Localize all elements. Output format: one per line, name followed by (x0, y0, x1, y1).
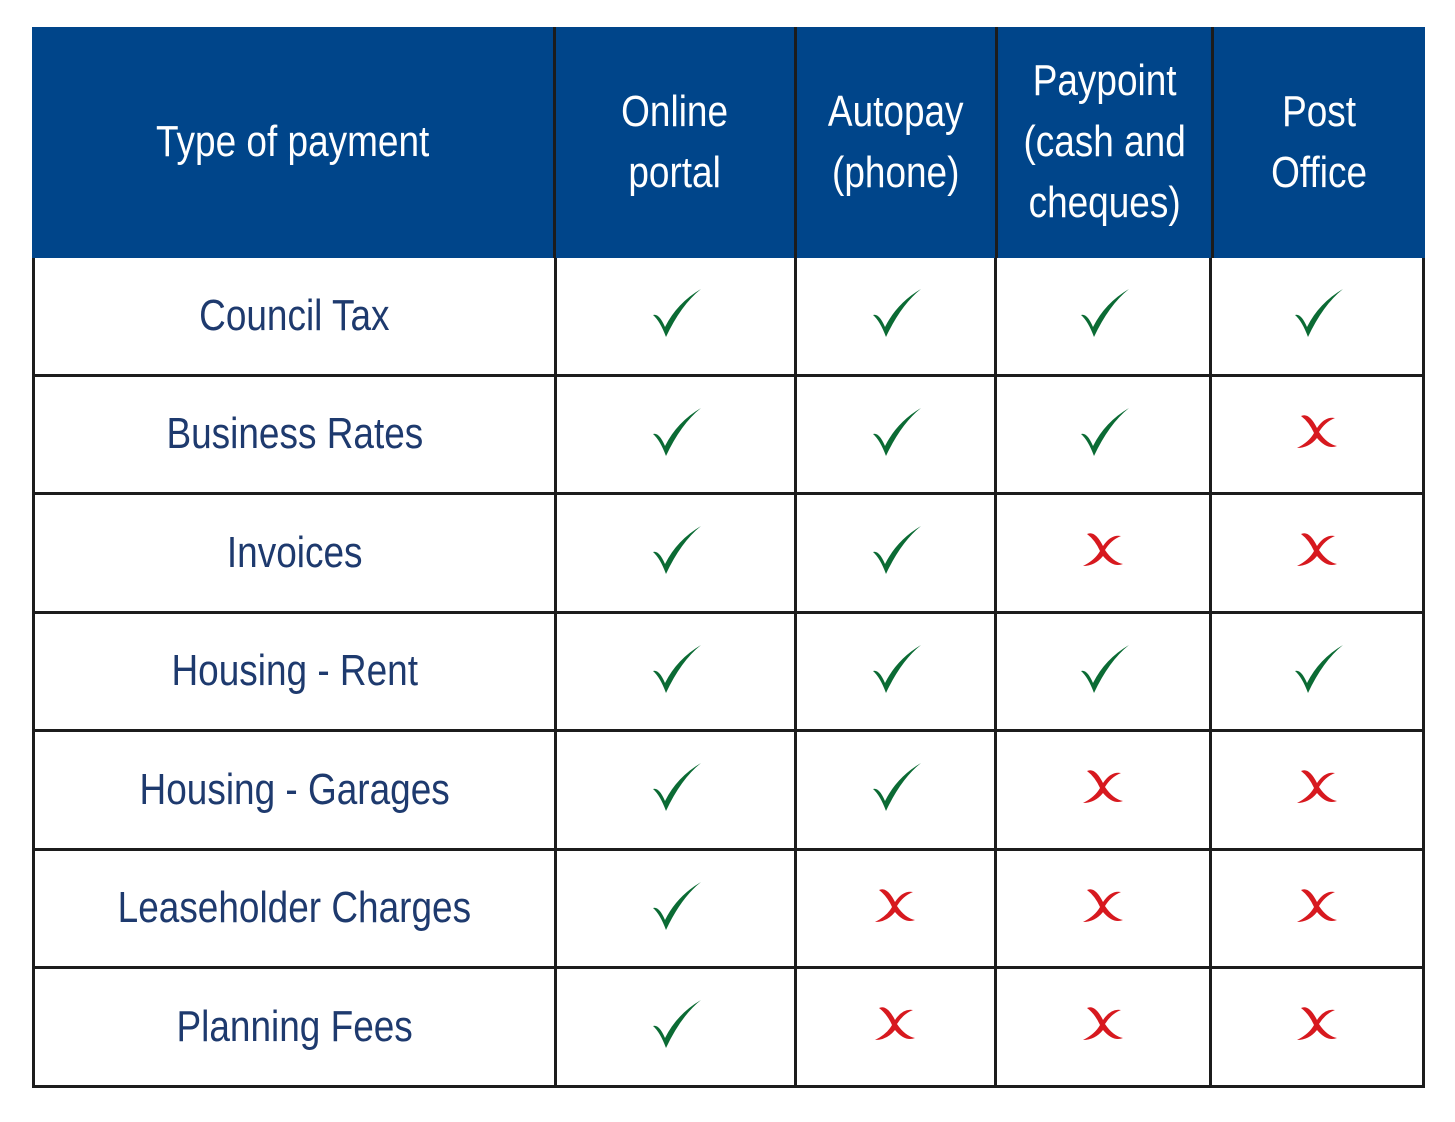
availability-cell (1212, 732, 1422, 848)
payment-methods-table: Type of payment Online portal Autopay (pho… (32, 27, 1425, 1088)
checkmark-icon (1287, 639, 1347, 704)
availability-cell (557, 495, 797, 611)
table-row: Business Rates (35, 376, 1422, 495)
checkmark-icon (645, 757, 705, 822)
payment-type-cell: Housing - Rent (35, 613, 557, 729)
cross-icon (865, 876, 925, 941)
availability-cell (797, 969, 997, 1085)
payment-type-label: Invoices (226, 527, 363, 577)
payment-type-label: Housing - Garages (139, 764, 450, 814)
header-label: Online portal (621, 86, 729, 197)
cross-icon (1287, 520, 1347, 585)
checkmark-icon (645, 876, 705, 941)
cross-icon (1287, 757, 1347, 822)
checkmark-icon (645, 283, 705, 348)
checkmark-icon (865, 520, 925, 585)
checkmark-icon (865, 402, 925, 467)
table-row: Planning Fees (35, 969, 1422, 1088)
availability-cell (997, 258, 1212, 374)
cross-icon (1073, 757, 1133, 822)
cross-icon (1073, 876, 1133, 941)
table-row: Invoices (35, 495, 1422, 614)
availability-cell (797, 732, 997, 848)
availability-cell (997, 850, 1212, 966)
availability-cell (1212, 614, 1422, 730)
availability-cell (997, 376, 1212, 492)
header-label: Type of payment (155, 117, 430, 167)
table-body: Council Tax Business Rates Invoices Housing… (32, 258, 1425, 1088)
table-row: Housing - Garages (35, 732, 1422, 851)
payment-type-label: Business Rates (165, 409, 423, 459)
availability-cell (797, 850, 997, 966)
checkmark-icon (865, 639, 925, 704)
availability-cell (557, 732, 797, 848)
checkmark-icon (645, 520, 705, 585)
availability-cell (997, 613, 1212, 729)
availability-cell (1212, 377, 1422, 493)
checkmark-icon (645, 402, 705, 467)
payment-type-label: Leaseholder Charges (117, 883, 472, 933)
availability-cell (557, 376, 797, 492)
availability-cell (557, 850, 797, 966)
table-row: Housing - Rent (35, 613, 1422, 732)
availability-cell (1212, 969, 1422, 1085)
table-row: Leaseholder Charges (35, 850, 1422, 969)
header-label: Post Office (1271, 86, 1368, 197)
availability-cell (997, 732, 1212, 848)
availability-cell (1212, 851, 1422, 967)
table-header: Type of payment Online portal Autopay (pho… (32, 27, 1425, 258)
table-row: Council Tax (35, 258, 1422, 377)
availability-cell (797, 258, 997, 374)
cross-icon (1287, 402, 1347, 467)
header-post-office: Post Office (1214, 27, 1425, 258)
payment-type-cell: Invoices (35, 495, 557, 611)
checkmark-icon (645, 639, 705, 704)
cross-icon (1287, 876, 1347, 941)
payment-type-cell: Housing - Garages (35, 732, 557, 848)
payment-type-cell: Council Tax (35, 258, 557, 374)
checkmark-icon (1287, 283, 1347, 348)
checkmark-icon (1073, 639, 1133, 704)
checkmark-icon (865, 283, 925, 348)
availability-cell (997, 969, 1212, 1085)
availability-cell (797, 495, 997, 611)
payment-type-cell: Business Rates (35, 376, 557, 492)
header-type-of-payment: Type of payment (32, 27, 556, 258)
payment-type-cell: Leaseholder Charges (35, 850, 557, 966)
checkmark-icon (1073, 402, 1133, 467)
cross-icon (1073, 994, 1133, 1059)
checkmark-icon (1073, 283, 1133, 348)
availability-cell (1212, 258, 1422, 374)
payment-type-cell: Planning Fees (35, 969, 557, 1085)
checkmark-icon (865, 757, 925, 822)
availability-cell (557, 613, 797, 729)
checkmark-icon (645, 994, 705, 1059)
availability-cell (557, 258, 797, 374)
payment-type-label: Planning Fees (176, 1001, 413, 1051)
availability-cell (1212, 495, 1422, 611)
cross-icon (1287, 994, 1347, 1059)
payment-type-label: Council Tax (199, 290, 390, 340)
header-label: Autopay (phone) (828, 86, 964, 197)
cross-icon (865, 994, 925, 1059)
cross-icon (1073, 520, 1133, 585)
header-paypoint: Paypoint (cash and cheques) (998, 27, 1214, 258)
availability-cell (997, 495, 1212, 611)
availability-cell (557, 969, 797, 1085)
availability-cell (797, 613, 997, 729)
header-autopay-phone: Autopay (phone) (797, 27, 998, 258)
payment-type-label: Housing - Rent (171, 646, 418, 696)
header-online-portal: Online portal (556, 27, 797, 258)
availability-cell (797, 376, 997, 492)
header-label: Paypoint (cash and cheques) (1023, 56, 1186, 227)
